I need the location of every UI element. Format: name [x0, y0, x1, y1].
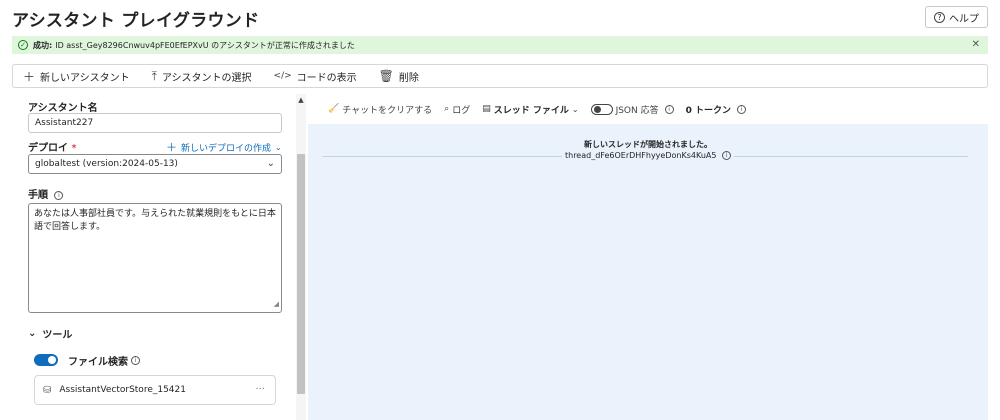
file-search-label-text: ファイル検索 — [68, 357, 128, 368]
broom-icon: 🧹 — [328, 104, 340, 114]
tools-section-header[interactable]: ⌄ ツール — [28, 326, 72, 341]
vector-store-card[interactable]: ⛁ AssistantVectorStore_15421 ··· — [34, 375, 276, 405]
json-response-label: JSON 応答 — [615, 105, 659, 116]
scroll-up-arrow-icon[interactable]: ▲ — [296, 96, 306, 104]
thread-id-text: thread_dFe6OErDHFhyyeDonKs4KuA5 — [564, 151, 717, 160]
file-search-toggle[interactable] — [34, 354, 58, 366]
new-assistant-button[interactable]: ＋ 新しいアシスタント — [23, 68, 130, 85]
new-deploy-label: 新しいデプロイの作成 — [181, 143, 272, 154]
check-circle-icon: ✓ — [18, 40, 28, 50]
token-count: 0 トークン i — [685, 103, 747, 116]
token-count-label: 0 トークン — [685, 105, 732, 116]
thread-id-row: thread_dFe6OErDHFhyyeDonKs4KuA5 i — [308, 151, 988, 160]
scroll-thumb[interactable] — [297, 154, 305, 394]
instructions-label: 手順 i — [28, 186, 64, 201]
resize-handle-icon[interactable]: ◢ — [274, 298, 279, 311]
select-assistant-label: アシスタントの選択 — [161, 72, 252, 84]
help-button[interactable]: ? ヘルプ — [925, 6, 988, 28]
chat-area[interactable]: 新しいスレッドが開始されました。 thread_dFe6OErDHFhyyeDo… — [308, 124, 988, 420]
view-code-button[interactable]: </> コードの表示 — [274, 69, 357, 84]
success-notification: ✓ 成功: ID asst_Gey8296Cnwuv4pFE0EfEPXvU の… — [12, 36, 988, 54]
thread-files-label: スレッド ファイル — [493, 105, 569, 116]
tools-label: ツール — [42, 330, 73, 341]
file-icon: ▤ — [482, 104, 491, 114]
info-icon[interactable]: i — [737, 104, 747, 114]
logs-button[interactable]: ⌕ ログ — [444, 103, 470, 116]
deploy-value: globaltest (version:2024-05-13) — [35, 159, 178, 169]
assistant-name-label: アシスタント名 — [28, 103, 98, 114]
info-icon[interactable]: i — [664, 104, 674, 114]
thread-id: thread_dFe6OErDHFhyyeDonKs4KuA5 i — [561, 151, 734, 160]
info-icon[interactable]: i — [722, 151, 731, 160]
json-response-toggle-group[interactable]: JSON 応答 i — [590, 103, 674, 116]
setup-scrollbar[interactable]: ▲ — [296, 94, 306, 420]
close-icon[interactable]: ✕ — [972, 39, 980, 50]
delete-label: 削除 — [398, 72, 419, 84]
deploy-label-text: デプロイ — [28, 143, 68, 154]
success-message: ID asst_Gey8296Cnwuv4pFE0EfEPXvU のアシスタント… — [55, 40, 355, 50]
logs-label: ログ — [452, 105, 471, 116]
delete-button[interactable]: 🗑 削除 — [379, 69, 419, 84]
chevron-down-icon: ⌄ — [266, 158, 275, 169]
upload-icon: ⤒ — [151, 68, 157, 83]
plus-icon: ＋ — [166, 141, 177, 154]
new-thread-message: 新しいスレッドが開始されました。 — [584, 140, 712, 149]
instructions-text: あなたは人事部社員です。与えられた就業規則をもとに日本語で回答します。 — [34, 209, 276, 232]
clear-chat-label: チャットをクリアする — [342, 105, 433, 116]
database-icon: ⛁ — [43, 384, 52, 396]
chat-toolbar: 🧹 チャットをクリアする ⌕ ログ ▤ スレッド ファイル ⌄ JSON 応答 … — [308, 94, 988, 124]
success-title: 成功: — [33, 40, 53, 50]
required-mark: * — [71, 143, 77, 154]
deploy-label: デプロイ * — [28, 139, 76, 154]
thread-files-button[interactable]: ▤ スレッド ファイル ⌄ — [482, 103, 578, 116]
assistant-name-input[interactable]: Assistant227 — [28, 113, 282, 133]
main-toolbar: ＋ 新しいアシスタント ⤒ アシスタントの選択 </> コードの表示 🗑 削除 — [12, 64, 988, 88]
file-search-label: ファイル検索 i — [68, 353, 140, 368]
plus-icon: ＋ — [23, 69, 36, 84]
view-code-label: コードの表示 — [296, 72, 357, 84]
instructions-textarea[interactable]: あなたは人事部社員です。与えられた就業規則をもとに日本語で回答します。 ◢ — [28, 203, 282, 313]
instructions-label-text: 手順 — [28, 190, 48, 201]
info-icon[interactable]: i — [131, 356, 140, 365]
new-deploy-link[interactable]: ＋ 新しいデプロイの作成 ⌄ — [166, 139, 282, 155]
info-icon[interactable]: i — [54, 190, 64, 200]
page-title: アシスタント プレイグラウンド — [12, 11, 260, 31]
deploy-select[interactable]: globaltest (version:2024-05-13) ⌄ — [28, 154, 282, 174]
chevron-down-icon: ⌄ — [571, 104, 579, 114]
trash-icon: 🗑 — [378, 69, 394, 83]
chat-panel: 🧹 チャットをクリアする ⌕ ログ ▤ スレッド ファイル ⌄ JSON 応答 … — [308, 94, 988, 420]
chevron-down-icon: ⌄ — [28, 328, 37, 339]
search-icon: ⌕ — [444, 104, 450, 114]
vector-store-name: AssistantVectorStore_15421 — [59, 385, 186, 395]
assistant-playground-page: アシスタント プレイグラウンド ? ヘルプ ✓ 成功: ID asst_Gey8… — [0, 0, 1000, 420]
help-label: ヘルプ — [949, 13, 979, 25]
code-icon: </> — [273, 71, 292, 81]
new-assistant-label: 新しいアシスタント — [40, 72, 130, 84]
more-options-icon[interactable]: ··· — [255, 384, 265, 395]
clear-chat-button[interactable]: 🧹 チャットをクリアする — [328, 103, 432, 116]
help-icon: ? — [934, 11, 945, 23]
select-assistant-button[interactable]: ⤒ アシスタントの選択 — [152, 69, 252, 84]
assistant-setup-panel: アシスタント名 Assistant227 デプロイ * ＋ 新しいデプロイの作成… — [14, 94, 306, 420]
chevron-down-icon: ⌄ — [275, 142, 282, 152]
json-response-toggle[interactable] — [590, 103, 613, 115]
